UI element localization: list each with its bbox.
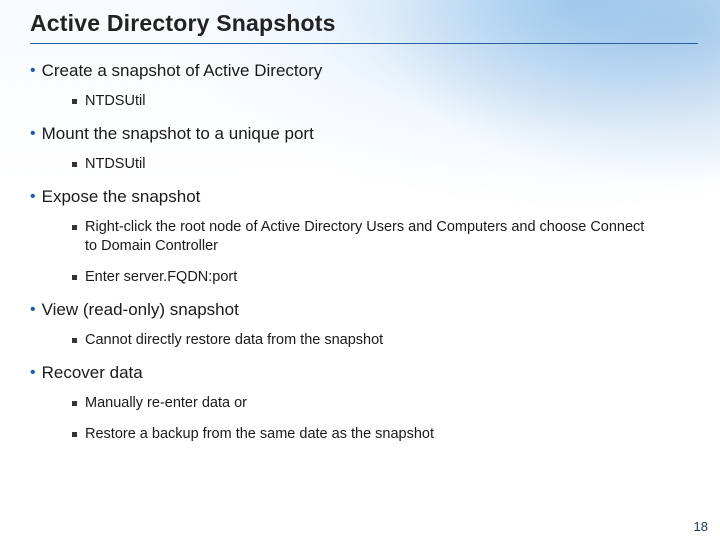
page-number: 18 [694,519,708,534]
bullet-icon: • [30,60,36,82]
list-item: • Expose the snapshot Right-click the ro… [30,186,698,287]
bullet-icon: • [30,362,36,384]
bullet-icon: • [30,186,36,208]
square-bullet-icon [72,401,77,406]
subbullet-text: Restore a backup from the same date as t… [85,425,434,444]
square-bullet-icon [72,338,77,343]
square-bullet-icon [72,162,77,167]
slide-title: Active Directory Snapshots [30,10,698,37]
list-item: Manually re-enter data or [72,394,698,413]
bullet-text: View (read-only) snapshot [42,299,239,321]
list-item: Restore a backup from the same date as t… [72,425,698,444]
list-item: • View (read-only) snapshot Cannot direc… [30,299,698,350]
bullet-text: Create a snapshot of Active Directory [42,60,323,82]
list-item: Enter server.FQDN:port [72,268,698,287]
slide-content: Active Directory Snapshots • Create a sn… [0,0,720,540]
subbullet-text: Enter server.FQDN:port [85,268,237,287]
bullet-text: Expose the snapshot [42,186,201,208]
subbullet-text: NTDSUtil [85,92,145,111]
list-item: Right-click the root node of Active Dire… [72,218,698,256]
list-item: • Recover data Manually re-enter data or… [30,362,698,444]
bullet-text: Recover data [42,362,143,384]
square-bullet-icon [72,275,77,280]
list-item: NTDSUtil [72,92,698,111]
bullet-icon: • [30,299,36,321]
square-bullet-icon [72,99,77,104]
list-item: Cannot directly restore data from the sn… [72,331,698,350]
title-rule [30,43,698,44]
subbullet-text: Manually re-enter data or [85,394,247,413]
subbullet-text: Right-click the root node of Active Dire… [85,218,645,256]
bullet-list: • Create a snapshot of Active Directory … [30,60,698,444]
square-bullet-icon [72,432,77,437]
subbullet-text: Cannot directly restore data from the sn… [85,331,383,350]
list-item: • Mount the snapshot to a unique port NT… [30,123,698,174]
list-item: NTDSUtil [72,155,698,174]
list-item: • Create a snapshot of Active Directory … [30,60,698,111]
bullet-text: Mount the snapshot to a unique port [42,123,314,145]
square-bullet-icon [72,225,77,230]
bullet-icon: • [30,123,36,145]
subbullet-text: NTDSUtil [85,155,145,174]
